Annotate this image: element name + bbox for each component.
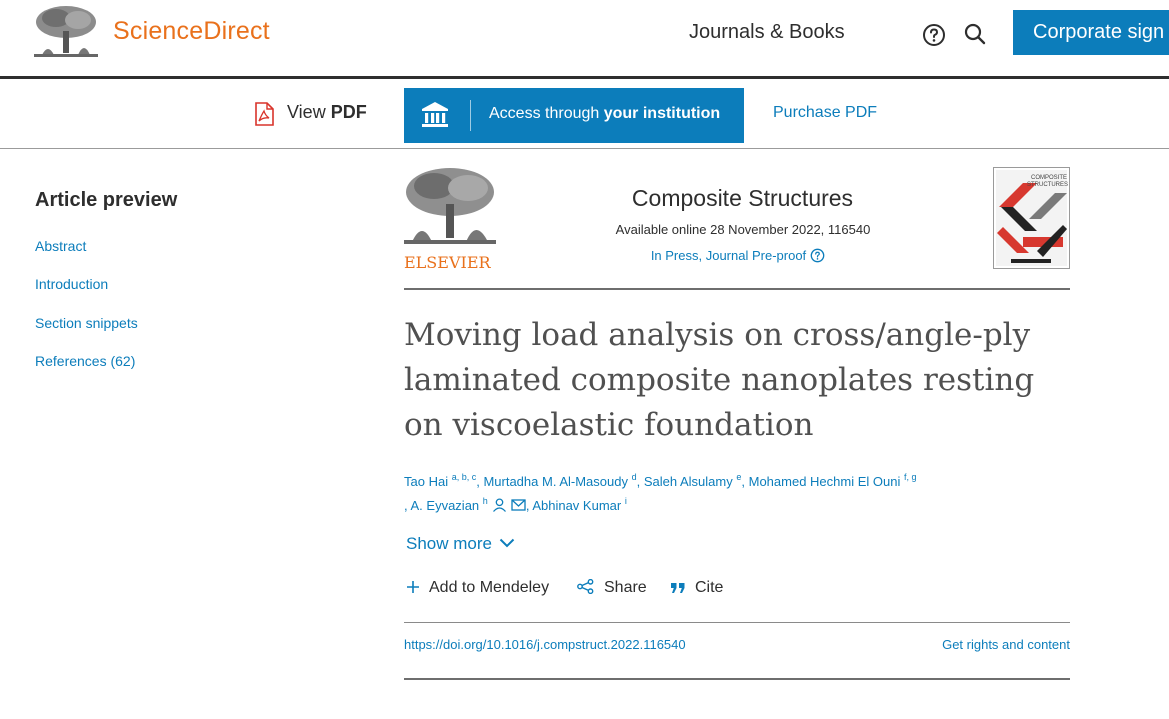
journal-status-label: In Press, Journal Pre-proof — [650, 248, 807, 263]
sidebar-title: Article preview — [35, 189, 178, 211]
top-header: ScienceDirect Journals & Books Corporate… — [0, 0, 1169, 78]
search-icon[interactable] — [963, 22, 987, 46]
author-affiliation: f, g — [903, 472, 917, 482]
article-bottom-divider — [404, 678, 1070, 680]
elsevier-wordmark: ELSEVIER — [404, 253, 491, 272]
author-affiliation: h — [482, 496, 488, 506]
institution-building-icon — [422, 102, 448, 127]
view-pdf-prefix: View — [287, 102, 326, 122]
sciencedirect-brand[interactable]: ScienceDirect — [113, 17, 270, 46]
elsevier-publisher-logo[interactable]: ELSEVIER — [404, 166, 496, 272]
view-pdf-bold: PDF — [330, 102, 367, 122]
view-pdf-link[interactable]: View PDF — [287, 102, 367, 123]
author-name: Tao Hai — [404, 474, 449, 489]
question-circle-icon[interactable] — [810, 248, 825, 263]
sidebar-item-references[interactable]: References (62) — [35, 353, 135, 369]
journal-availability: Available online 28 November 2022, 11654… — [615, 222, 871, 237]
cite-button[interactable]: Cite — [670, 579, 723, 597]
sidebar-item-introduction[interactable]: Introduction — [35, 276, 108, 292]
author-list: Tao Hai a, b, c, Murtadha M. Al-Masoudy … — [404, 472, 917, 514]
action-bar-divider — [0, 148, 1169, 149]
access-prefix: Access through — [489, 105, 600, 122]
chevron-down-icon — [499, 538, 515, 548]
sidebar-item-section-snippets[interactable]: Section snippets — [35, 315, 138, 331]
email-icon[interactable] — [511, 498, 526, 512]
pdf-file-icon[interactable] — [253, 102, 275, 126]
article-title: Moving load analysis on cross/angle-ply … — [404, 317, 1035, 443]
access-divider — [470, 100, 471, 131]
corporate-sign-in-button[interactable]: Corporate sign in — [1013, 10, 1169, 55]
quote-icon — [671, 583, 685, 593]
journal-cover-image[interactable]: COMPOSITE STRUCTURES — [993, 167, 1070, 269]
elsevier-tree-logo-icon[interactable] — [34, 5, 98, 59]
author-link[interactable]: Tao Hai a, b, c — [404, 472, 477, 490]
author-link[interactable]: Saleh Alsulamy e — [643, 472, 742, 490]
journal-status[interactable]: In Press, Journal Pre-proof — [590, 248, 886, 263]
share-button[interactable]: Share — [577, 579, 647, 597]
share-icon — [577, 579, 594, 594]
doi-divider — [404, 622, 1070, 623]
author-affiliation: i — [624, 496, 627, 506]
show-more-label: Show more — [406, 534, 492, 553]
banner-divider — [404, 288, 1070, 290]
person-icon[interactable] — [492, 498, 507, 512]
access-bold: your institution — [603, 105, 721, 122]
author-name: Abhinav Kumar — [532, 498, 622, 513]
access-institution-button[interactable]: Access through your institution — [404, 88, 744, 143]
author-link[interactable]: Abhinav Kumar i — [532, 496, 627, 514]
author-affiliation: d — [631, 472, 637, 482]
elsevier-tree-icon — [404, 168, 496, 244]
plus-icon — [407, 581, 419, 593]
author-name: Saleh Alsulamy — [643, 474, 733, 489]
access-label: Access through your institution — [489, 105, 720, 123]
doi-link[interactable]: https://doi.org/10.1016/j.compstruct.202… — [404, 637, 686, 652]
cite-label: Cite — [695, 579, 724, 596]
share-label: Share — [604, 579, 647, 596]
sidebar-item-abstract[interactable]: Abstract — [35, 238, 86, 254]
author-link[interactable]: A. Eyvazian h — [410, 496, 488, 514]
author-name: Murtadha M. Al-Masoudy — [483, 474, 628, 489]
show-more-button[interactable]: Show more — [406, 534, 515, 554]
add-to-mendeley-button[interactable]: Add to Mendeley — [406, 579, 549, 597]
author-name: A. Eyvazian — [410, 498, 480, 513]
journals-books-link[interactable]: Journals & Books — [689, 21, 845, 44]
question-circle-icon[interactable] — [922, 23, 946, 47]
cover-title-text: COMPOSITE STRUCTURES — [1027, 175, 1069, 188]
journal-title-link[interactable]: Composite Structures — [620, 185, 865, 212]
purchase-pdf-link[interactable]: Purchase PDF — [773, 104, 877, 122]
author-affiliation: a, b, c — [451, 472, 477, 482]
author-affiliation: e — [736, 472, 742, 482]
author-link[interactable]: Mohamed Hechmi El Ouni f, g — [748, 472, 917, 490]
author-link[interactable]: Murtadha M. Al-Masoudy d — [483, 472, 637, 490]
author-name: Mohamed Hechmi El Ouni — [748, 474, 901, 489]
rights-link[interactable]: Get rights and content — [942, 637, 1070, 652]
add-to-mendeley-label: Add to Mendeley — [429, 579, 550, 596]
